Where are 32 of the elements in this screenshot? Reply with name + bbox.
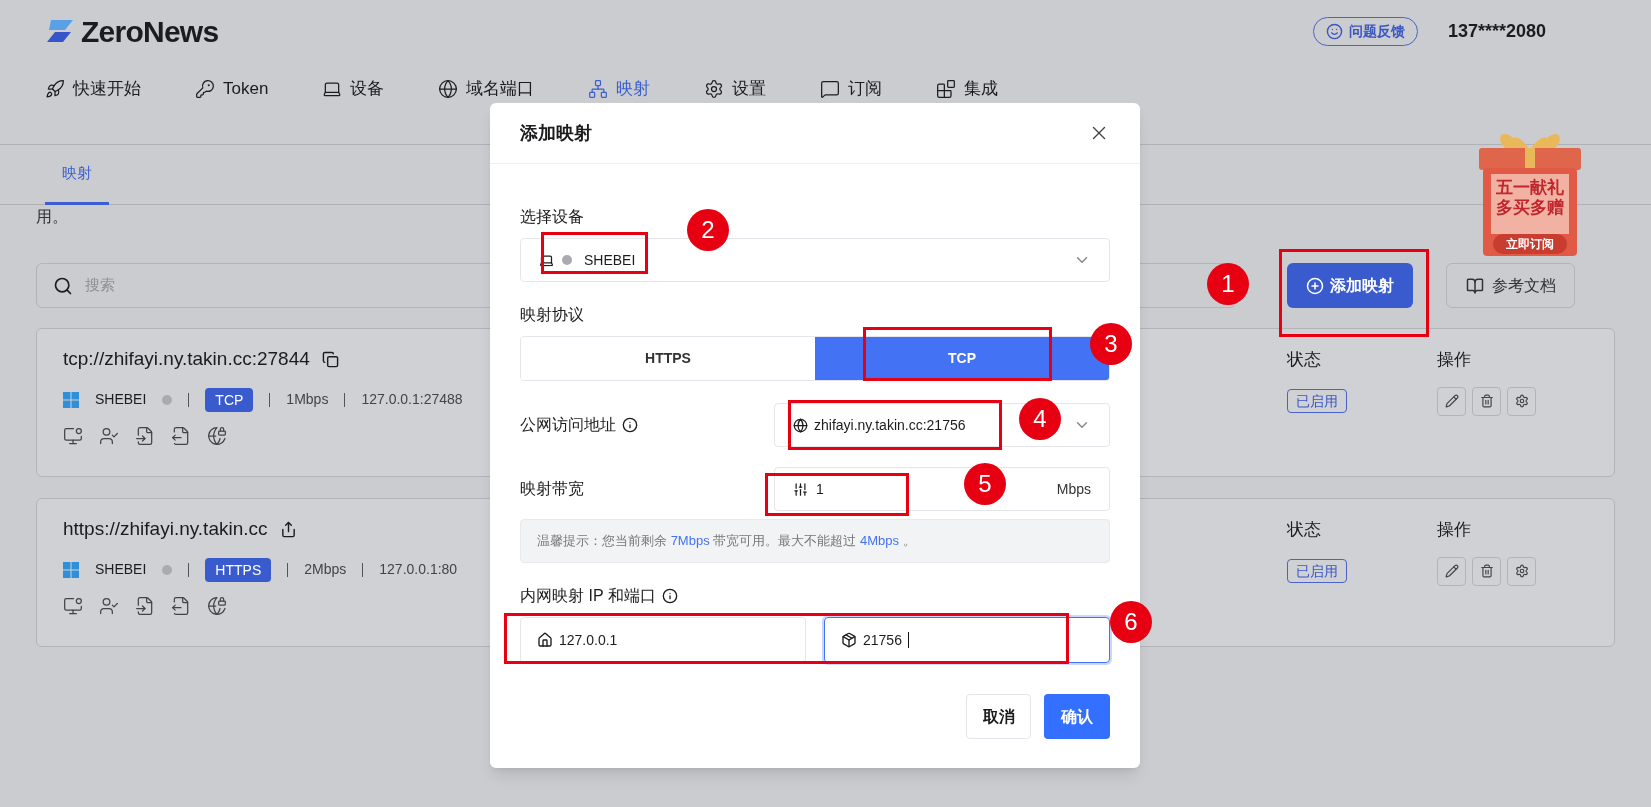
mapping-url: tcp://zhifayi.ny.takin.cc:27844 [63, 347, 310, 371]
local-address: 127.0.0.1:80 [379, 560, 458, 579]
status-tag: 已启用 [1287, 558, 1347, 583]
promo-title: 五一献礼 [1496, 178, 1564, 198]
protocol-badge: HTTPS [205, 557, 272, 582]
bandwidth-text: 1Mbps [286, 390, 329, 409]
column-header: 状态 [1287, 349, 1322, 371]
address-text: zhifayi.ny.takin.cc:21756 [814, 415, 966, 435]
status-tag: 已启用 [1287, 388, 1347, 413]
tip-text: 温馨提示：您当前剩余 7Mbps 带宽可用。最大不能超过 4Mbps 。 [537, 532, 916, 551]
column-header: 状态 [1287, 519, 1322, 541]
step-number-overlay: 1 [1207, 263, 1249, 305]
column-header: 操作 [1437, 349, 1472, 371]
notice-text: 用。 [36, 208, 68, 225]
logo-text: ZeroNews [81, 13, 219, 50]
field-label: 选择设备 [520, 207, 585, 227]
field-label: 映射协议 [520, 305, 585, 325]
promo-subtitle: 多买多赠 [1496, 198, 1564, 218]
dialog-title: 添加映射 [520, 121, 592, 145]
column-header: 操作 [1437, 519, 1472, 541]
device-name: SHEBEI [95, 560, 147, 579]
local-address: 127.0.0.1:27488 [361, 390, 463, 409]
account-number: 137****2080 [1447, 19, 1546, 43]
field-label: 内网映射 IP 和端口 [520, 586, 656, 606]
unit-text: Mbps [1056, 479, 1091, 499]
device-name: SHEBEI [95, 390, 147, 409]
bandwidth-text: 2Mbps [304, 560, 347, 579]
field-label: 公网访问地址 [520, 415, 616, 435]
protocol-badge: TCP [205, 387, 254, 412]
field-label: 映射带宽 [520, 479, 584, 499]
mapping-url: https://zhifayi.ny.takin.cc [63, 517, 268, 541]
device-name: SHEBEI [584, 250, 636, 270]
